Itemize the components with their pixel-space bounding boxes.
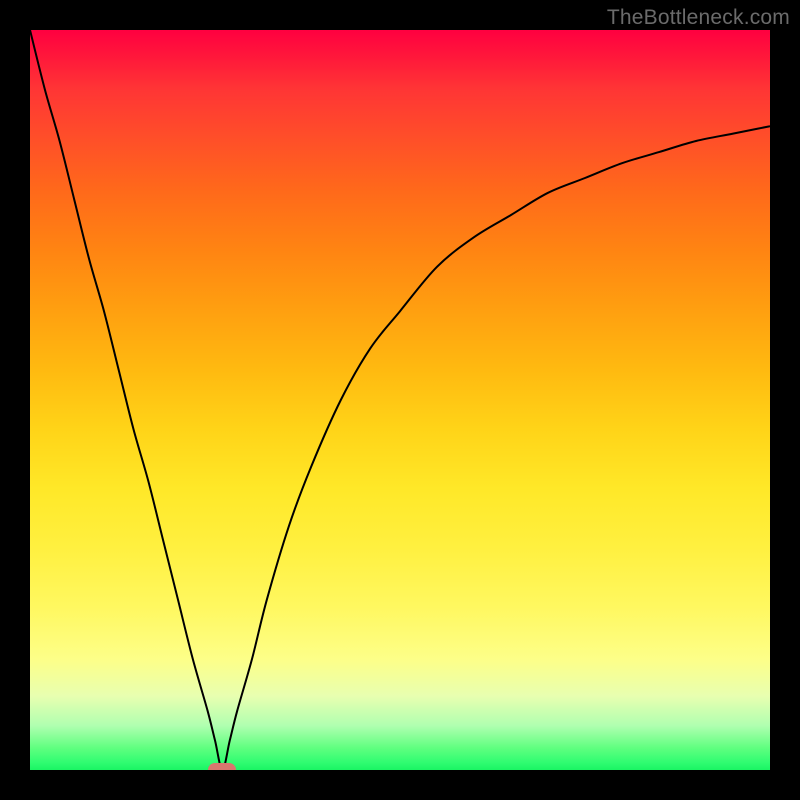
- plot-area: [30, 30, 770, 770]
- curve-svg: [30, 30, 770, 770]
- minimum-marker: [208, 763, 236, 770]
- bottleneck-curve: [30, 30, 770, 770]
- watermark-text: TheBottleneck.com: [607, 6, 790, 30]
- chart-frame: TheBottleneck.com: [0, 0, 800, 800]
